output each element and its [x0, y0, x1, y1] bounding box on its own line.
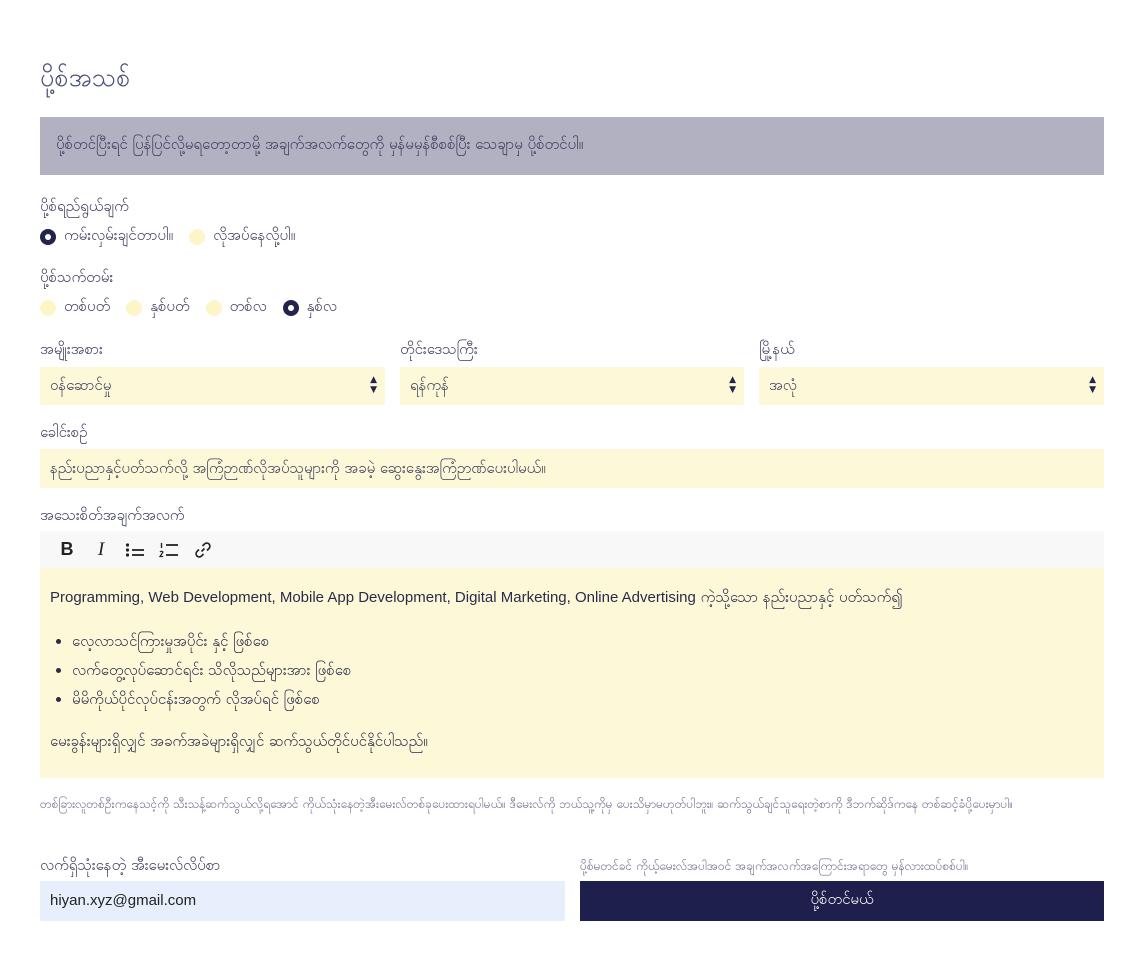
select-updown-icon: ▲ ▼	[370, 375, 377, 395]
heading-label: ခေါင်းစဉ်	[40, 423, 88, 441]
radio-unchecked-icon[interactable]	[205, 300, 222, 316]
email-input[interactable]: hiyan.xyz@gmail.com	[40, 881, 565, 921]
list-item: လေ့လာသင်ကြားမှုအပိုင်း နှင့် ဖြစ်စေ	[72, 632, 1094, 654]
link-button[interactable]	[186, 536, 220, 564]
purpose-option-offer-label: ကမ်းလှမ်းချင်တာပါ။	[64, 226, 174, 244]
list-item: မိမိကိုယ်ပိုင်လုပ်ငန်းအတွက် လိုအပ်ရင် ဖြ…	[72, 690, 1094, 712]
details-editor[interactable]: Programming, Web Development, Mobile App…	[40, 568, 1104, 778]
numbered-list-button[interactable]	[152, 536, 186, 564]
email-label: လက်ရှိသုံးနေတဲ့ အီးမေးလ်လိပ်စာ	[40, 856, 221, 874]
editor-text-mm: ကဲ့သို့သော နည်းပညာနှင့် ပတ်သက်၍	[695, 588, 903, 606]
list-item: လက်တွေ့လုပ်ဆောင်ရင်း သိလိုသည်များအား ဖြစ…	[72, 661, 1094, 683]
editor-toolbar: B I	[40, 531, 1104, 568]
duration-option-label: တစ်လ	[229, 297, 267, 315]
duration-radio-group: တစ်ပတ် နှစ်ပတ် တစ်လ နှစ်လ	[40, 297, 353, 319]
submit-button-label: ပို့စ်တင်မယ်	[810, 890, 874, 908]
radio-unchecked-icon[interactable]	[126, 300, 143, 316]
radio-unchecked-icon[interactable]	[40, 300, 56, 316]
editor-bullet-list: လေ့လာသင်ကြားမှုအပိုင်း နှင့် ဖြစ်စေ လက်တ…	[50, 632, 1094, 712]
region-label: တိုင်းဒေသကြီး	[400, 340, 478, 358]
details-label: အသေးစိတ်အချက်အလက်	[40, 506, 185, 524]
township-label: မြို့နယ်	[759, 340, 795, 358]
notice-text: ပို့စ်တင်ပြီးရင် ပြန်ပြင်လို့မရတော့တာမို…	[56, 135, 584, 153]
duration-option-1-month[interactable]: တစ်လ	[205, 297, 267, 319]
select-updown-icon: ▲ ▼	[729, 375, 736, 395]
township-select[interactable]: အလုံ ▲ ▼	[759, 367, 1104, 405]
link-icon	[195, 541, 211, 558]
duration-option-2-months[interactable]: နှစ်လ	[282, 297, 337, 319]
purpose-option-offer[interactable]: ကမ်းလှမ်းချင်တာပါ။	[40, 226, 173, 248]
duration-option-label: နှစ်လ	[306, 297, 337, 315]
editor-paragraph: Programming, Web Development, Mobile App…	[50, 588, 1094, 610]
bullet-list-button[interactable]	[118, 536, 152, 564]
radio-unchecked-icon[interactable]	[189, 229, 206, 245]
radio-checked-icon[interactable]	[282, 300, 299, 316]
submit-post-button[interactable]: ပို့စ်တင်မယ်	[580, 881, 1104, 921]
category-select[interactable]: ဝန်ဆောင်မှု ▲ ▼	[40, 367, 385, 405]
warning-notice: ပို့စ်တင်ပြီးရင် ပြန်ပြင်လို့မရတော့တာမို…	[40, 117, 1104, 175]
italic-button[interactable]: I	[84, 536, 118, 564]
duration-label: ပို့စ်သက်တမ်း	[40, 268, 114, 286]
bullet-list-icon	[125, 542, 144, 557]
editor-paragraph: မေးခွန်းများရှိလျှင် အခက်အခဲများရှိလျှင်…	[50, 732, 428, 750]
purpose-option-need[interactable]: လိုအပ်နေလို့ပါ။	[189, 226, 295, 248]
category-label: အမျိုးအစား	[40, 340, 103, 358]
page-title: ပို့စ်အသစ်	[40, 63, 131, 92]
duration-option-2-weeks[interactable]: နှစ်ပတ်	[126, 297, 190, 319]
submit-hint: ပို့စ်မတင်ခင် ကိုယ့်မေးလ်အပါအဝင် အချက်အလ…	[580, 859, 969, 873]
category-selected-value: ဝန်ဆောင်မှု	[50, 376, 112, 394]
editor-text-en: Programming, Web Development, Mobile App…	[50, 589, 696, 606]
township-selected-value: အလုံ	[769, 376, 797, 394]
purpose-radio-group: ကမ်းလှမ်းချင်တာပါ။ လိုအပ်နေလို့ပါ။	[40, 226, 311, 248]
purpose-option-need-label: လိုအပ်နေလို့ပါ။	[213, 226, 296, 244]
numbered-list-icon	[159, 542, 178, 557]
purpose-label: ပို့စ်ရည်ရွယ်ချက်	[40, 197, 129, 215]
heading-input[interactable]: နည်းပညာနှင့်ပတ်သက်လို့ အကြံဉာဏ်လိုအပ်သူမ…	[40, 449, 1104, 488]
duration-option-label: နှစ်ပတ်	[150, 297, 190, 315]
radio-checked-icon[interactable]	[40, 229, 56, 245]
email-input-value: hiyan.xyz@gmail.com	[50, 892, 197, 909]
bold-button[interactable]: B	[50, 536, 84, 564]
select-updown-icon: ▲ ▼	[1089, 375, 1096, 395]
region-selected-value: ရန်ကုန်	[410, 376, 449, 394]
duration-option-label: တစ်ပတ်	[64, 297, 111, 315]
heading-input-value: နည်းပညာနှင့်ပတ်သက်လို့ အကြံဉာဏ်လိုအပ်သူမ…	[50, 459, 546, 477]
duration-option-1-week[interactable]: တစ်ပတ်	[40, 297, 110, 319]
region-select[interactable]: ရန်ကုန် ▲ ▼	[400, 367, 744, 405]
email-help-text: တစ်ခြားလူတစ်ဦးကနေသင့်ကို သီးသန့်ဆက်သွယ်လ…	[40, 797, 1013, 811]
